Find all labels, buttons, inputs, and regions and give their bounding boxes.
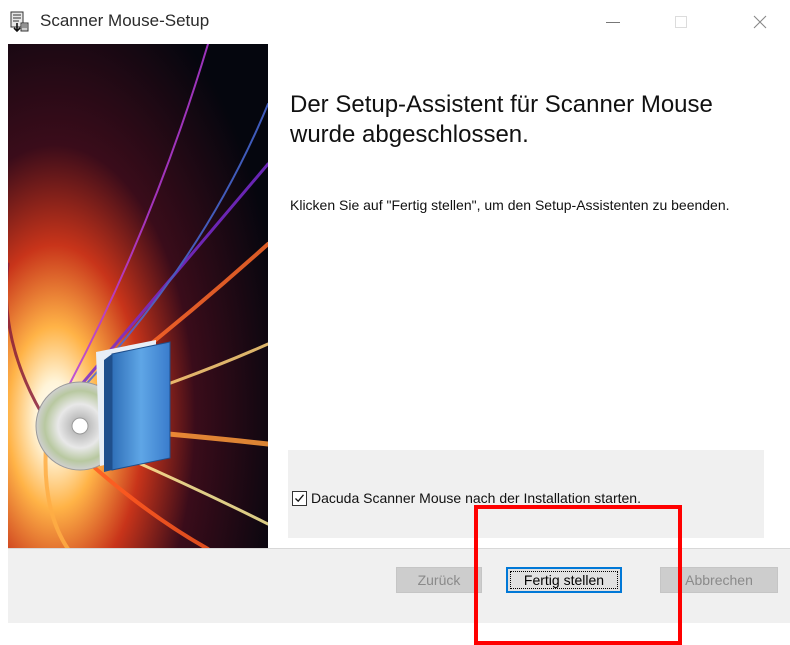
completion-heading: Der Setup-Assistent für Scanner Mouse wu… xyxy=(290,91,713,148)
maximize-icon xyxy=(675,16,687,28)
completion-instructions: Klicken Sie auf "Fertig stellen", um den… xyxy=(290,197,730,213)
setup-window: Scanner Mouse-Setup Der Setup-Assistent … xyxy=(0,0,790,645)
launch-after-install-label[interactable]: Dacuda Scanner Mouse nach der Installati… xyxy=(311,490,641,506)
wizard-content: Der Setup-Assistent für Scanner Mouse wu… xyxy=(268,44,790,549)
minimize-button[interactable] xyxy=(590,0,636,44)
launch-after-install-checkbox[interactable] xyxy=(292,490,307,506)
back-button[interactable]: Zurück xyxy=(396,567,482,593)
title-bar[interactable]: Scanner Mouse-Setup xyxy=(0,0,790,44)
minimize-icon xyxy=(606,22,620,23)
close-button[interactable] xyxy=(737,0,783,44)
annotation-highlight-box xyxy=(474,505,682,645)
close-icon xyxy=(753,15,767,29)
maximize-button[interactable] xyxy=(658,0,704,44)
setup-banner-image xyxy=(8,44,268,549)
window-title: Scanner Mouse-Setup xyxy=(40,11,210,30)
checkmark-icon xyxy=(295,493,305,502)
installer-app-icon xyxy=(8,11,30,33)
